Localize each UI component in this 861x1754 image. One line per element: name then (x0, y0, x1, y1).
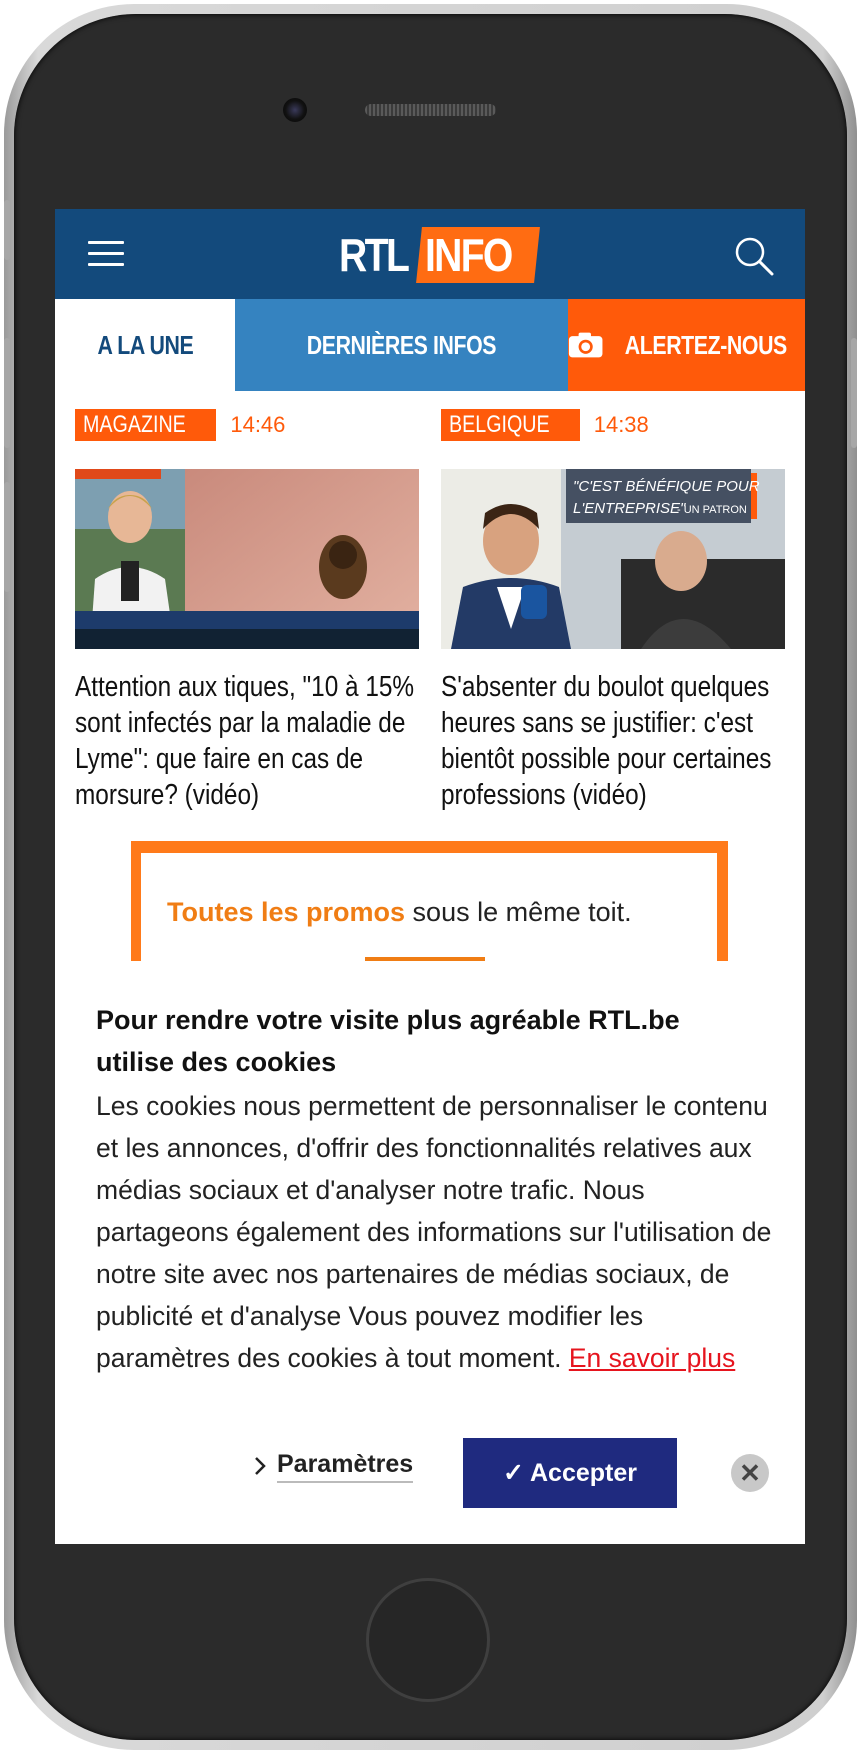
article-thumbnail[interactable] (75, 469, 419, 649)
chevron-right-icon (255, 1457, 266, 1475)
logo-info-text: INFO (416, 227, 540, 283)
learn-more-link[interactable]: En savoir plus (569, 1343, 735, 1373)
tab-alertez-nous[interactable]: ALERTEZ-NOUS (568, 299, 805, 391)
power-button (851, 338, 857, 448)
volume-down-button (4, 482, 10, 592)
image-caption-line-2: L'ENTREPRISE" (573, 500, 686, 517)
cookie-title: Pour rendre votre visite plus agréable R… (96, 1005, 680, 1077)
image-caption-line-3: - UN PATRON (677, 504, 747, 516)
category-badge: MAGAZINE (75, 409, 217, 441)
cookie-settings-button[interactable]: Paramètres (253, 1449, 414, 1483)
search-icon[interactable] (733, 235, 775, 277)
article-meta: MAGAZINE 14:46 (75, 409, 419, 441)
rtl-info-logo[interactable]: RTL INFO (339, 227, 540, 283)
article-card[interactable]: MAGAZINE 14:46 Attention aux tiques, "10… (75, 409, 419, 811)
ad-panel: Toutes les promos sous le même toit. (141, 853, 717, 961)
promo-banner-ad[interactable]: Toutes les promos sous le même toit. (131, 841, 728, 961)
close-icon[interactable]: ✕ (731, 1454, 769, 1492)
hamburger-icon[interactable] (88, 241, 124, 267)
tab-a-la-une[interactable]: A LA UNE (55, 299, 235, 391)
article-headline[interactable]: Attention aux tiques, "10 à 15% sont inf… (75, 669, 419, 813)
earpiece-speaker (365, 104, 496, 116)
image-caption-line-1: "C'EST BÉNÉFIQUE POUR (573, 478, 760, 495)
volume-up-button (4, 338, 10, 448)
accept-cookies-button[interactable]: ✓ Accepter (463, 1438, 677, 1508)
site-header: RTL INFO (55, 209, 805, 299)
home-button[interactable] (366, 1578, 490, 1702)
section-tabs: A LA UNE DERNIÈRES INFOS ALERTEZ-NOUS (55, 299, 805, 391)
camera-icon (568, 332, 603, 358)
cookie-description: Les cookies nous permettent de personnal… (96, 1091, 772, 1373)
category-badge: BELGIQUE (441, 409, 580, 441)
article-meta: BELGIQUE 14:38 (441, 409, 785, 441)
article-time: 14:46 (230, 412, 286, 437)
front-camera (283, 98, 307, 122)
logo-rtl-text: RTL (339, 229, 410, 281)
tab-dernieres-infos[interactable]: DERNIÈRES INFOS (235, 299, 568, 391)
article-thumbnail[interactable]: "C'EST BÉNÉFIQUE POUR L'ENTREPRISE" - UN… (441, 469, 785, 649)
silent-switch (4, 200, 10, 260)
article-headline[interactable]: S'absenter du boulot quelques heures san… (441, 669, 785, 813)
browser-viewport: RTL INFO A LA UNE DERNIÈRES INFOS ALERTE… (55, 209, 805, 1544)
cookie-consent-banner: Pour rendre votre visite plus agréable R… (55, 961, 805, 1544)
ad-text: Toutes les promos sous le même toit. (167, 897, 632, 927)
article-time: 14:38 (593, 412, 649, 437)
article-card[interactable]: BELGIQUE 14:38 "C'EST BÉNÉFIQUE POUR L'E… (441, 409, 785, 811)
